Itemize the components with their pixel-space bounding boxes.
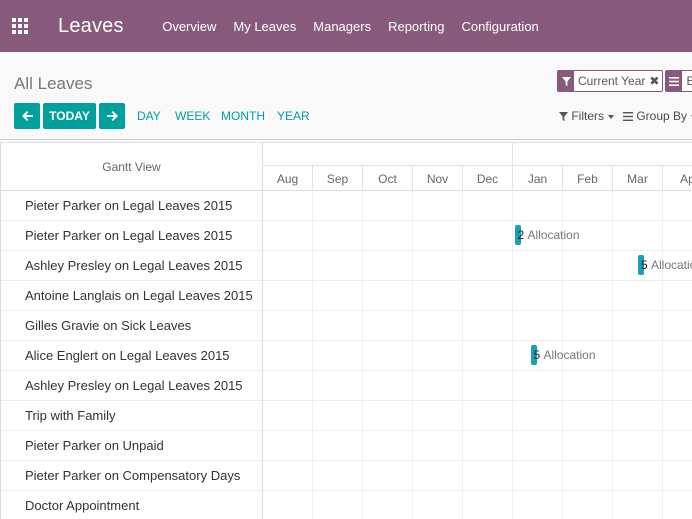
bar-count: 5	[641, 258, 648, 272]
gantt-row: Antoine Langlais on Legal Leaves 2015	[0, 281, 692, 311]
scale-month-button[interactable]: MONTH	[221, 109, 265, 123]
gantt-row-label[interactable]: Ashley Presley on Legal Leaves 2015	[0, 371, 263, 401]
gantt-row: Pieter Parker on Legal Leaves 2015	[0, 191, 692, 221]
group-by-dropdown[interactable]: Group By	[623, 109, 692, 123]
month-header-row: Aug Sep Oct Nov Dec Jan Feb Mar Ap	[263, 166, 692, 191]
scale-day-button[interactable]: DAY	[137, 109, 161, 123]
menu-configuration[interactable]: Configuration	[453, 19, 547, 34]
bar-label: Allocation	[543, 348, 596, 362]
gantt-row-label[interactable]: Pieter Parker on Unpaid	[0, 431, 263, 461]
search-bar[interactable]: Current Year ✖ Em	[557, 70, 692, 92]
bar-count: 5	[533, 348, 541, 362]
scale-year-button[interactable]: YEAR	[277, 109, 310, 123]
control-panel: All Leaves Current Year ✖ Em TODAY DAY W…	[0, 52, 692, 140]
gantt-row-label[interactable]: Pieter Parker on Legal Leaves 2015	[0, 191, 263, 221]
month-header: Nov	[413, 166, 463, 191]
gantt-row: Ashley Presley on Legal Leaves 2015	[0, 371, 692, 401]
bar-count: 2	[517, 228, 525, 242]
search-facet-group-by[interactable]: Em	[665, 70, 692, 92]
apps-grid-icon	[12, 18, 28, 34]
list-icon	[623, 112, 633, 121]
gantt-row-label[interactable]: Pieter Parker on Legal Leaves 2015	[0, 221, 263, 251]
gantt-row-label[interactable]: Pieter Parker on Compensatory Days	[0, 461, 263, 491]
bar-label: Allocatio	[651, 258, 692, 272]
group-by-icon	[666, 71, 683, 91]
filter-icon	[559, 112, 568, 121]
gantt-row-label[interactable]: Doctor Appointment	[0, 491, 263, 519]
month-header: Feb	[563, 166, 613, 191]
filter-icon	[558, 71, 574, 91]
search-facet-current-year[interactable]: Current Year ✖	[557, 70, 664, 92]
gantt-row: Alice Englert on Legal Leaves 2015 5 Alloc…	[0, 341, 692, 371]
gantt-row-label[interactable]: Alice Englert on Legal Leaves 2015	[0, 341, 263, 371]
apps-menu-button[interactable]	[0, 0, 40, 52]
month-header: Jan	[513, 166, 563, 191]
breadcrumb[interactable]: All Leaves	[14, 74, 92, 94]
menu-my-leaves[interactable]: My Leaves	[225, 19, 305, 34]
bar-label: Allocation	[527, 228, 580, 242]
app-title: Leaves	[58, 14, 124, 37]
main-menu: Overview My Leaves Managers Reporting Co…	[154, 19, 548, 34]
gantt-row-label[interactable]: Ashley Presley on Legal Leaves 2015	[0, 251, 263, 281]
scale-week-button[interactable]: WEEK	[175, 109, 210, 123]
facet-label: Em	[686, 74, 692, 88]
gantt-row-label[interactable]: Gilles Gravie on Sick Leaves	[0, 311, 263, 341]
month-header: Mar	[613, 166, 663, 191]
previous-button[interactable]	[14, 103, 40, 129]
gantt-view: Gantt View Aug Sep Oct Nov Dec Jan Feb Mar Ap Pi…	[0, 142, 692, 519]
gantt-row: Doctor Appointment	[0, 491, 692, 519]
gantt-rows: Pieter Parker on Legal Leaves 2015 Pieter…	[0, 191, 692, 519]
gantt-row-label[interactable]: Antoine Langlais on Legal Leaves 2015	[0, 281, 263, 311]
remove-facet-icon[interactable]: ✖	[649, 71, 662, 91]
next-button[interactable]	[99, 103, 125, 129]
arrow-right-icon	[106, 111, 118, 121]
month-header: Dec	[463, 166, 513, 191]
month-header: Ap	[663, 166, 692, 191]
top-navbar: Leaves Overview My Leaves Managers Repor…	[0, 0, 692, 52]
gantt-row-label[interactable]: Trip with Family	[0, 401, 263, 431]
gantt-row: Trip with Family	[0, 401, 692, 431]
caret-down-icon	[608, 114, 615, 119]
month-header: Aug	[263, 166, 313, 191]
gantt-header: Gantt View	[0, 143, 263, 191]
month-header: Sep	[313, 166, 363, 191]
filters-dropdown[interactable]: Filters	[559, 109, 615, 123]
arrow-left-icon	[21, 111, 33, 121]
menu-overview[interactable]: Overview	[154, 19, 225, 34]
gantt-row: Gilles Gravie on Sick Leaves	[0, 311, 692, 341]
month-header: Oct	[363, 166, 413, 191]
gantt-row: Pieter Parker on Compensatory Days	[0, 461, 692, 491]
menu-managers[interactable]: Managers	[305, 19, 380, 34]
group-by-label: Group By	[636, 109, 688, 123]
gantt-row: Pieter Parker on Unpaid	[0, 431, 692, 461]
gantt-year-header	[263, 143, 692, 166]
facet-label: Current Year	[578, 74, 646, 88]
menu-reporting[interactable]: Reporting	[380, 19, 453, 34]
gantt-row: Pieter Parker on Legal Leaves 2015 2 Alloc…	[0, 221, 692, 251]
filters-label: Filters	[571, 109, 605, 123]
today-button[interactable]: TODAY	[43, 103, 96, 129]
gantt-row: Ashley Presley on Legal Leaves 2015 5 Allo…	[0, 251, 692, 281]
